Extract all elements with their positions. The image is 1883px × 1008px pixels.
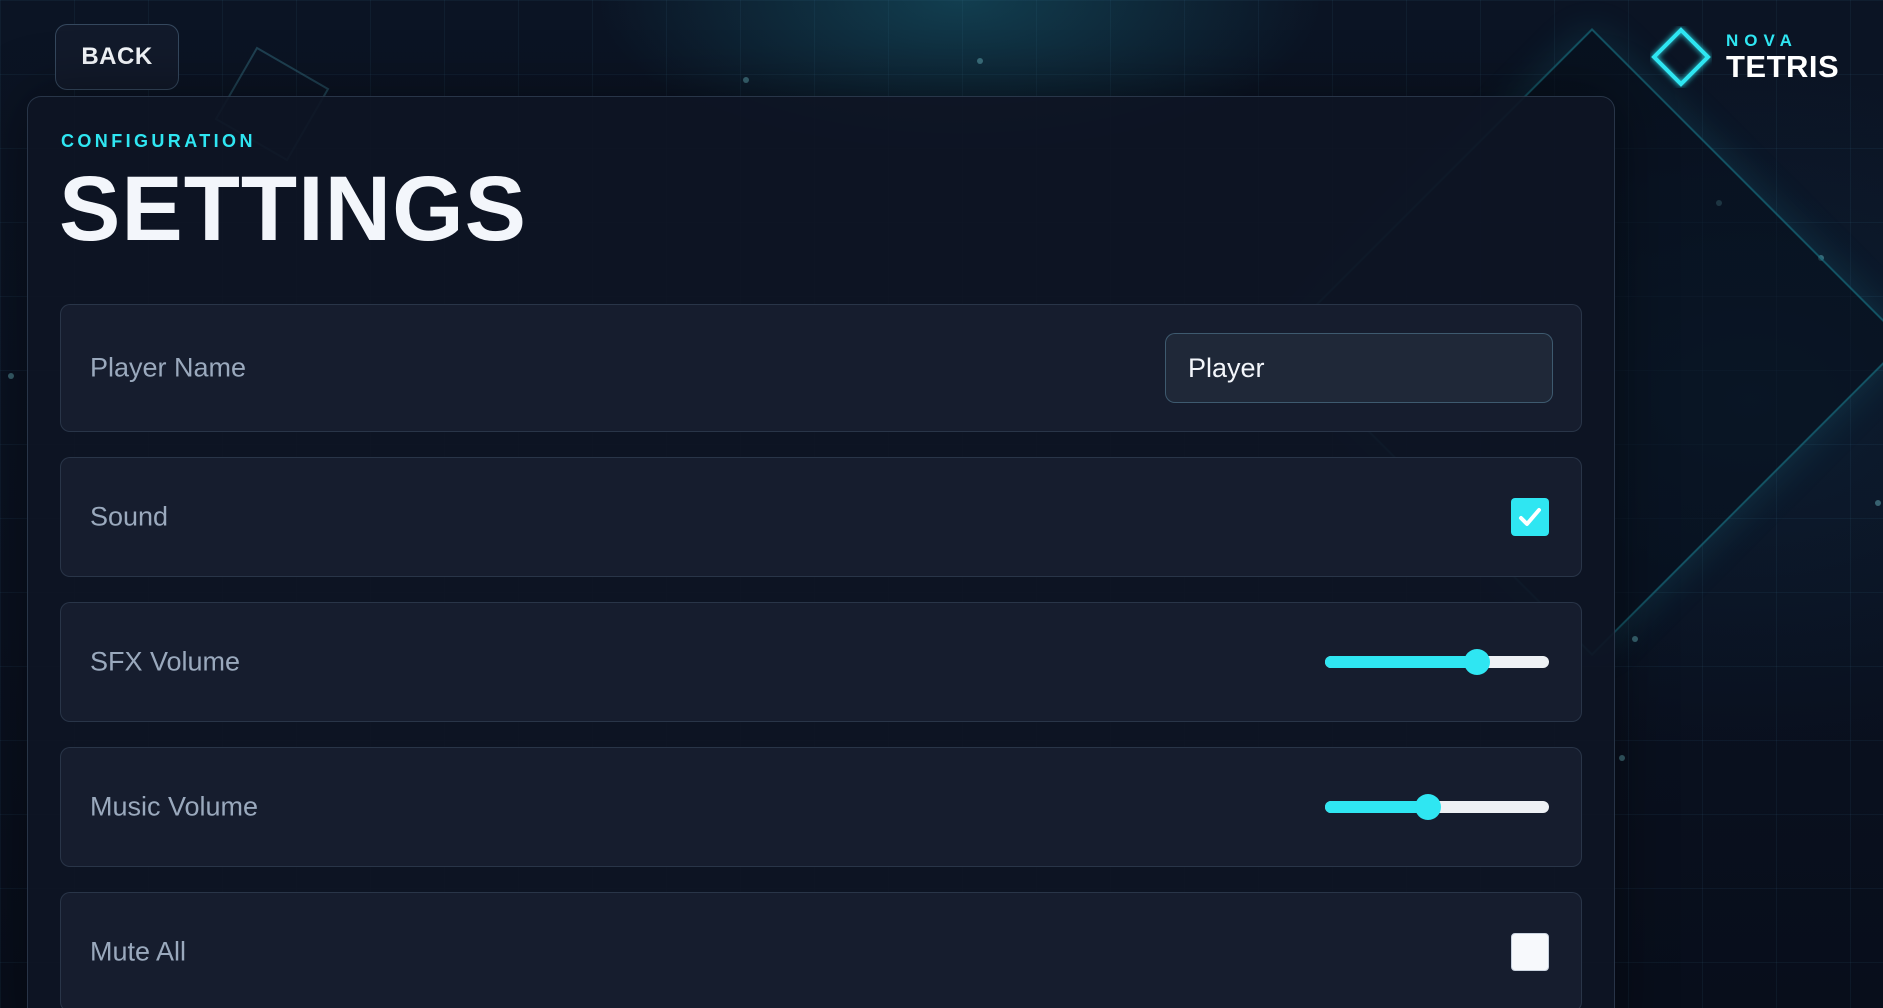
background-dot [977,58,983,64]
checkmark-icon [1519,508,1541,526]
game-settings-screen: BACK NOVA TETRIS CONFIGURATION SETTINGS … [0,0,1883,1008]
diamond-logo-icon [1650,26,1712,88]
mute-all-checkbox[interactable] [1511,933,1549,971]
slider-track [1325,656,1549,668]
sfx-volume-label: SFX Volume [90,646,241,677]
setting-row-sfx-volume: SFX Volume [60,602,1582,722]
mute-all-label: Mute All [90,936,187,967]
sfx-volume-slider[interactable] [1325,647,1549,677]
setting-row-player-name: Player Name [60,304,1582,432]
setting-row-mute-all: Mute All [60,892,1582,1008]
slider-fill [1325,656,1477,668]
slider-thumb[interactable] [1464,649,1490,675]
sound-checkbox[interactable] [1511,498,1549,536]
page-title: SETTINGS [59,158,528,260]
section-eyebrow: CONFIGURATION [61,131,256,151]
music-volume-label: Music Volume [90,791,259,822]
background-dot [743,77,749,83]
background-dot [8,373,14,379]
logo-subtitle: NOVA [1726,31,1798,50]
background-dot [1632,636,1638,642]
background-dot [1875,500,1881,506]
setting-row-sound: Sound [60,457,1582,577]
settings-panel: CONFIGURATION SETTINGS Player Name Sound… [27,96,1615,1008]
sound-label: Sound [90,501,169,532]
back-button[interactable]: BACK [55,24,179,90]
player-name-label: Player Name [90,352,247,383]
logo-text: NOVA TETRIS [1726,32,1839,82]
music-volume-slider[interactable] [1325,792,1549,822]
setting-row-music-volume: Music Volume [60,747,1582,867]
logo-title: TETRIS [1726,49,1840,84]
background-dot [1619,755,1625,761]
player-name-input[interactable] [1165,333,1553,403]
slider-thumb[interactable] [1415,794,1441,820]
game-logo: NOVA TETRIS [1650,26,1839,88]
slider-fill [1325,801,1428,813]
